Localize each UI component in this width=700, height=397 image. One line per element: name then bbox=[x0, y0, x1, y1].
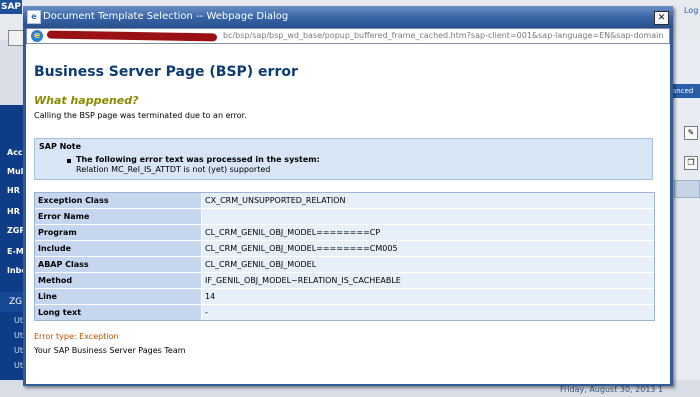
detail-value bbox=[201, 209, 654, 224]
edit-icon[interactable] bbox=[674, 180, 700, 198]
error-type: Error type: Exception bbox=[34, 332, 119, 341]
detail-value: 14 bbox=[201, 289, 654, 304]
detail-value: CL_CRM_GENIL_OBJ_MODEL========CM005 bbox=[201, 241, 654, 256]
detail-label: Exception Class bbox=[35, 193, 201, 208]
what-happened-heading: What happened? bbox=[34, 94, 139, 107]
ie-icon: e bbox=[31, 30, 43, 42]
detail-value: - bbox=[201, 305, 654, 320]
error-details-table: Exception Class CX_CRM_UNSUPPORTED_RELAT… bbox=[34, 192, 655, 321]
logoff-link[interactable]: Log bbox=[684, 6, 698, 15]
detail-label: Method bbox=[35, 273, 201, 288]
detail-label: Line bbox=[35, 289, 201, 304]
page-title: Business Server Page (BSP) error bbox=[34, 64, 298, 80]
advanced-tab[interactable]: anced bbox=[672, 84, 700, 98]
detail-value: CL_CRM_GENIL_OBJ_MODEL========CP bbox=[201, 225, 654, 240]
signature: Your SAP Business Server Pages Team bbox=[34, 346, 186, 355]
redacted-host bbox=[46, 30, 218, 42]
url-text: bc/bsp/sap/bsp_wd_base/popup_buffered_fr… bbox=[223, 31, 663, 40]
dialog-content: Business Server Page (BSP) error What ha… bbox=[26, 44, 670, 384]
detail-label: ABAP Class bbox=[35, 257, 201, 272]
sap-note-heading: SAP Note bbox=[39, 142, 82, 151]
bullet-icon bbox=[67, 159, 71, 163]
table-row: ABAP Class CL_CRM_GENIL_OBJ_MODEL bbox=[35, 256, 654, 272]
table-row: Program CL_CRM_GENIL_OBJ_MODEL========CP bbox=[35, 224, 654, 240]
what-happened-text: Calling the BSP page was terminated due … bbox=[34, 111, 247, 120]
sap-note-message: Relation MC_Rel_IS_ATTDT is not (yet) su… bbox=[76, 165, 271, 174]
close-button[interactable]: ✕ bbox=[654, 11, 669, 25]
detail-value: CX_CRM_UNSUPPORTED_RELATION bbox=[201, 193, 654, 208]
table-row: Long text - bbox=[35, 304, 654, 320]
detail-value: CL_CRM_GENIL_OBJ_MODEL bbox=[201, 257, 654, 272]
webpage-dialog: e Document Template Selection -- Webpage… bbox=[23, 6, 673, 386]
dialog-title: Document Template Selection -- Webpage D… bbox=[43, 11, 289, 22]
pencil-icon[interactable]: ✎ bbox=[684, 126, 698, 140]
table-row: Include CL_CRM_GENIL_OBJ_MODEL========CM… bbox=[35, 240, 654, 256]
table-row: Method IF_GENIL_OBJ_MODEL~RELATION_IS_CA… bbox=[35, 272, 654, 288]
detail-label: Include bbox=[35, 241, 201, 256]
detail-label: Program bbox=[35, 225, 201, 240]
table-row: Error Name bbox=[35, 208, 654, 224]
copy-icon[interactable]: ❐ bbox=[684, 156, 698, 170]
detail-label: Error Name bbox=[35, 209, 201, 224]
ie-page-icon: e bbox=[27, 10, 41, 24]
address-bar[interactable]: e bc/bsp/sap/bsp_wd_base/popup_buffered_… bbox=[26, 28, 670, 44]
sap-logo: SAP bbox=[0, 0, 22, 14]
dialog-titlebar[interactable]: e Document Template Selection -- Webpage… bbox=[23, 6, 673, 28]
toolbar-icon[interactable] bbox=[8, 30, 24, 46]
table-row: Exception Class CX_CRM_UNSUPPORTED_RELAT… bbox=[35, 193, 654, 208]
detail-value: IF_GENIL_OBJ_MODEL~RELATION_IS_CACHEABLE bbox=[201, 273, 654, 288]
table-row: Line 14 bbox=[35, 288, 654, 304]
sap-note-line: The following error text was processed i… bbox=[76, 155, 320, 164]
sap-note-box: SAP Note The following error text was pr… bbox=[34, 138, 653, 180]
detail-label: Long text bbox=[35, 305, 201, 320]
